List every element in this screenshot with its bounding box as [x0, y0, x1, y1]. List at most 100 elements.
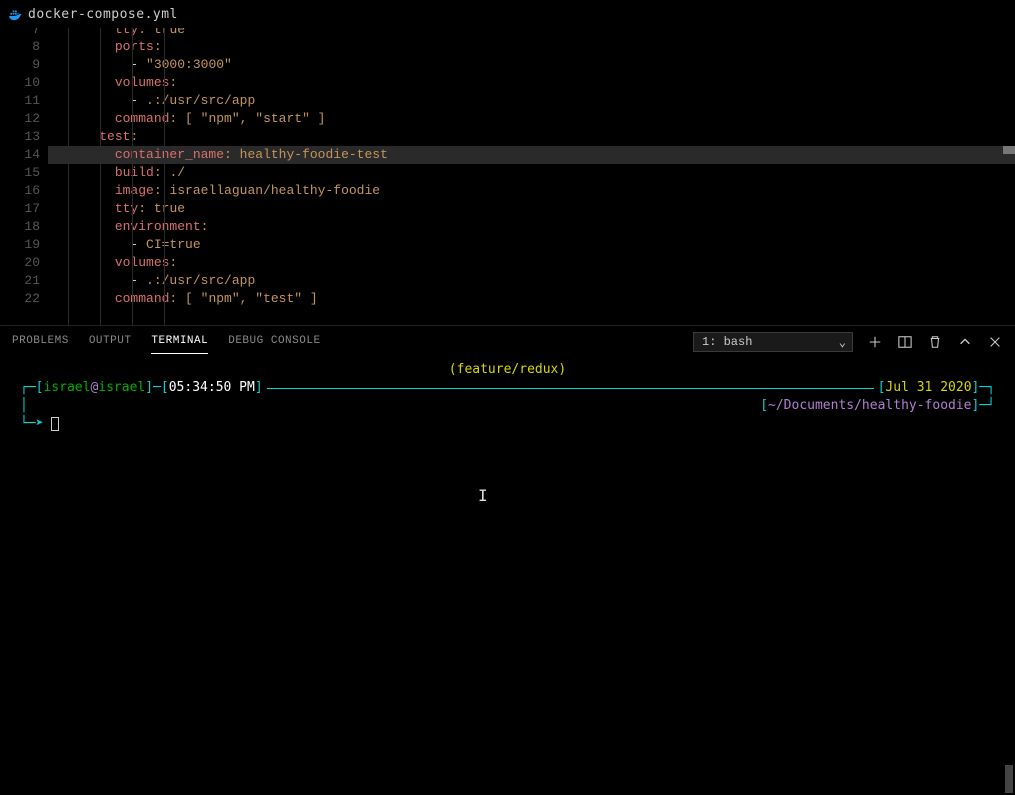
- prompt-input-line[interactable]: └─➤: [20, 415, 995, 433]
- token: :: [138, 28, 146, 37]
- git-branch: (feature/redux): [20, 361, 995, 379]
- line-number: 16: [0, 182, 40, 200]
- code-content[interactable]: tty: true ports: - "3000:3000" volumes: …: [48, 28, 1015, 325]
- terminal-selector[interactable]: 1: bash ⌄: [693, 332, 853, 352]
- token: israellaguan/healthy-foodie: [169, 183, 380, 198]
- code-line[interactable]: test:: [48, 128, 1015, 146]
- close-panel-icon[interactable]: [987, 334, 1003, 350]
- line-number: 14: [0, 146, 40, 164]
- token: environment: [115, 219, 201, 234]
- token: :: [201, 219, 209, 234]
- panel-tab-problems[interactable]: PROBLEMS: [12, 329, 69, 354]
- tab-filename: docker-compose.yml: [28, 7, 178, 22]
- token: container_name: [115, 147, 224, 162]
- token: -: [130, 93, 146, 108]
- terminal[interactable]: (feature/redux) ┌─[israel@israel]─[05:34…: [0, 357, 1015, 795]
- prompt-date: [Jul 31 2020]─┐: [878, 379, 995, 397]
- editor[interactable]: 78910111213141516171819202122 tty: true …: [0, 28, 1015, 325]
- code-line[interactable]: command: [ "npm", "start" ]: [48, 110, 1015, 128]
- token: :: [154, 183, 162, 198]
- code-line[interactable]: environment:: [48, 218, 1015, 236]
- docker-icon: [8, 7, 22, 21]
- token: .:/usr/src/app: [146, 273, 255, 288]
- token: command: [115, 111, 170, 126]
- line-number: 10: [0, 74, 40, 92]
- token: "start": [255, 111, 310, 126]
- code-line[interactable]: - .:/usr/src/app: [48, 272, 1015, 290]
- token: healthy-foodie-test: [240, 147, 388, 162]
- token: [232, 147, 240, 162]
- token: volumes: [115, 255, 170, 270]
- token: build: [115, 165, 154, 180]
- token: :: [224, 147, 232, 162]
- code-line[interactable]: tty: true: [48, 28, 1015, 38]
- token: [: [177, 111, 200, 126]
- token: ports: [115, 39, 154, 54]
- maximize-panel-icon[interactable]: [957, 334, 973, 350]
- code-line[interactable]: ports:: [48, 38, 1015, 56]
- token: :: [154, 165, 162, 180]
- token: :: [169, 75, 177, 90]
- prompt-fill: [263, 379, 878, 397]
- panel-tab-bar: PROBLEMS OUTPUT TERMINAL DEBUG CONSOLE 1: b…: [0, 325, 1015, 357]
- token: :: [169, 255, 177, 270]
- terminal-selector-label: 1: bash: [702, 335, 752, 349]
- line-number: 19: [0, 236, 40, 254]
- token: CI=true: [146, 237, 201, 252]
- token: ,: [240, 111, 256, 126]
- kill-terminal-icon[interactable]: [927, 334, 943, 350]
- token: .:/usr/src/app: [146, 93, 255, 108]
- token: ./: [169, 165, 185, 180]
- token: -: [130, 57, 146, 72]
- token: image: [115, 183, 154, 198]
- line-number: 8: [0, 38, 40, 56]
- token: ]: [302, 291, 318, 306]
- text-cursor-icon: I: [478, 487, 488, 505]
- token: [146, 28, 154, 37]
- prompt-line2-left: │: [20, 397, 28, 415]
- token: :: [138, 201, 146, 216]
- line-number: 18: [0, 218, 40, 236]
- code-line[interactable]: volumes:: [48, 254, 1015, 272]
- token: command: [115, 291, 170, 306]
- token: "npm": [201, 111, 240, 126]
- code-line[interactable]: container_name: healthy-foodie-test: [48, 146, 1015, 164]
- token: -: [130, 237, 146, 252]
- panel-tab-debug-console[interactable]: DEBUG CONSOLE: [228, 329, 320, 354]
- code-line[interactable]: volumes:: [48, 74, 1015, 92]
- terminal-cursor: [51, 417, 59, 431]
- code-line[interactable]: command: [ "npm", "test" ]: [48, 290, 1015, 308]
- new-terminal-icon[interactable]: [867, 334, 883, 350]
- minimap-highlight[interactable]: [1003, 146, 1015, 154]
- code-line[interactable]: - "3000:3000": [48, 56, 1015, 74]
- token: [: [177, 291, 200, 306]
- line-number: 21: [0, 272, 40, 290]
- code-line[interactable]: image: israellaguan/healthy-foodie: [48, 182, 1015, 200]
- split-terminal-icon[interactable]: [897, 334, 913, 350]
- prompt-left: ┌─[israel@israel]─[05:34:50 PM]: [20, 379, 263, 397]
- line-number: 9: [0, 56, 40, 74]
- line-number: 7: [0, 28, 40, 38]
- code-line[interactable]: build: ./: [48, 164, 1015, 182]
- token: "npm": [201, 291, 240, 306]
- scrollbar-thumb[interactable]: [1005, 765, 1013, 793]
- token: ,: [240, 291, 256, 306]
- panel-tab-output[interactable]: OUTPUT: [89, 329, 132, 354]
- line-number: 22: [0, 290, 40, 308]
- token: tty: [115, 201, 138, 216]
- line-gutter: 78910111213141516171819202122: [0, 28, 48, 325]
- tab-bar: docker-compose.yml: [0, 0, 1015, 28]
- token: true: [154, 201, 185, 216]
- token: :: [154, 39, 162, 54]
- line-number: 11: [0, 92, 40, 110]
- file-tab[interactable]: docker-compose.yml: [8, 7, 178, 22]
- code-line[interactable]: - CI=true: [48, 236, 1015, 254]
- token: test: [99, 129, 130, 144]
- prompt-cwd: [~/Documents/healthy-foodie]─┘: [760, 397, 995, 415]
- panel-tab-terminal[interactable]: TERMINAL: [151, 329, 208, 354]
- code-line[interactable]: - .:/usr/src/app: [48, 92, 1015, 110]
- code-line[interactable]: tty: true: [48, 200, 1015, 218]
- line-number: 13: [0, 128, 40, 146]
- line-number: 20: [0, 254, 40, 272]
- token: tty: [115, 28, 138, 37]
